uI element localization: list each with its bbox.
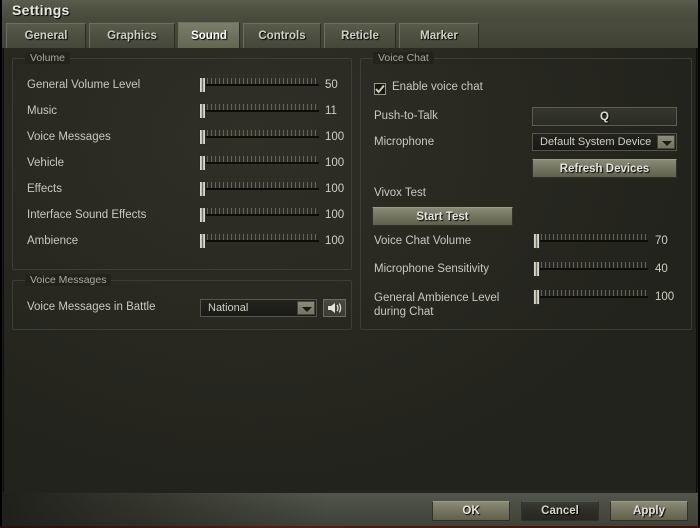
- slider-handle[interactable]: [533, 289, 540, 305]
- slider-track: [533, 268, 648, 270]
- voicechat-1-label: Microphone Sensitivity: [374, 263, 490, 275]
- enable-voice-chat-label: Enable voice chat: [392, 81, 483, 93]
- volume-5-slider[interactable]: [199, 206, 319, 224]
- volume-6-label: Ambience: [27, 235, 79, 247]
- microphone-dropdown-value: Default System Device: [540, 136, 652, 148]
- voicechat-0-label: Voice Chat Volume: [374, 235, 472, 247]
- voice-messages-group: Voice Messages Voice Messages in Battle …: [12, 274, 352, 330]
- slider-handle[interactable]: [199, 103, 206, 119]
- slider-track: [199, 136, 319, 138]
- slider-track: [533, 296, 648, 298]
- slider-track: [199, 188, 319, 190]
- chevron-down-icon[interactable]: [657, 135, 675, 149]
- volume-2-value: 100: [325, 131, 345, 143]
- title-bar: Settings: [0, 0, 700, 23]
- tab-controls[interactable]: Controls: [243, 23, 321, 48]
- tab-marker[interactable]: Marker: [399, 23, 479, 48]
- slider-track: [199, 214, 319, 216]
- volume-3-value: 100: [325, 157, 345, 169]
- apply-button[interactable]: Apply: [610, 501, 688, 521]
- slider-handle[interactable]: [199, 181, 206, 197]
- volume-0-value: 50: [325, 79, 338, 91]
- volume-1-label: Music: [27, 105, 58, 117]
- tab-graphics[interactable]: Graphics: [89, 23, 175, 48]
- slider-handle[interactable]: [533, 233, 540, 249]
- slider-track: [199, 110, 319, 112]
- volume-group-legend: Volume: [25, 52, 71, 64]
- tab-label: Controls: [258, 30, 306, 42]
- check-icon: [375, 84, 385, 94]
- voice-messages-preview-button[interactable]: [323, 299, 346, 317]
- tab-label: Marker: [420, 30, 458, 42]
- volume-5-label: Interface Sound Effects: [27, 209, 147, 221]
- volume-6-value: 100: [325, 235, 345, 247]
- voicechat-0-value: 70: [655, 235, 668, 247]
- slider-track: [199, 240, 319, 242]
- chevron-down-icon[interactable]: [297, 301, 315, 315]
- voice-messages-dropdown[interactable]: National: [200, 299, 317, 317]
- slider-handle[interactable]: [199, 129, 206, 145]
- microphone-label: Microphone: [374, 136, 435, 148]
- slider-track: [533, 240, 648, 242]
- volume-4-slider[interactable]: [199, 180, 319, 198]
- volume-0-slider[interactable]: [199, 76, 319, 94]
- tab-general[interactable]: General: [6, 23, 86, 48]
- voicechat-1-value: 40: [655, 263, 668, 275]
- start-test-button[interactable]: Start Test: [372, 207, 513, 226]
- push-to-talk-label: Push-to-Talk: [374, 110, 438, 122]
- voicechat-2-label: General Ambience Level during Chat: [374, 292, 500, 318]
- tab-strip: General Graphics Sound Controls Reticle Marke…: [0, 22, 700, 49]
- vivox-test-label: Vivox Test: [374, 187, 426, 199]
- volume-2-slider[interactable]: [199, 128, 319, 146]
- volume-6-slider[interactable]: [199, 232, 319, 250]
- voicechat-2-slider[interactable]: [533, 288, 648, 306]
- footer-gradient: [0, 493, 330, 527]
- volume-2-label: Voice Messages: [27, 131, 111, 143]
- tab-sound[interactable]: Sound: [178, 22, 240, 48]
- footer-bar: OK Cancel Apply: [0, 492, 700, 528]
- slider-track: [199, 162, 319, 164]
- tab-label: Sound: [191, 29, 227, 42]
- volume-1-value: 11: [325, 105, 337, 117]
- volume-0-label: General Volume Level: [27, 79, 141, 91]
- voice-messages-group-legend: Voice Messages: [25, 274, 112, 286]
- speaker-icon: [328, 303, 342, 313]
- slider-handle[interactable]: [199, 233, 206, 249]
- tab-label: Graphics: [107, 30, 157, 42]
- volume-3-label: Vehicle: [27, 157, 65, 169]
- slider-handle[interactable]: [199, 155, 206, 171]
- voice-chat-group-legend: Voice Chat: [373, 52, 434, 64]
- volume-4-label: Effects: [27, 183, 62, 195]
- volume-1-slider[interactable]: [199, 102, 319, 120]
- slider-handle[interactable]: [199, 207, 206, 223]
- microphone-dropdown[interactable]: Default System Device: [532, 133, 677, 151]
- slider-track: [199, 84, 319, 86]
- volume-5-value: 100: [325, 209, 345, 221]
- slider-handle[interactable]: [533, 261, 540, 277]
- refresh-devices-button[interactable]: Refresh Devices: [532, 159, 677, 178]
- voicechat-2-value: 100: [655, 291, 675, 303]
- volume-4-value: 100: [325, 183, 345, 195]
- tab-reticle[interactable]: Reticle: [324, 23, 396, 48]
- tab-label: Reticle: [341, 30, 379, 42]
- settings-content: Volume General Volume Level 50 Music 11 Voic…: [3, 48, 697, 493]
- enable-voice-chat-checkbox[interactable]: [374, 83, 386, 95]
- ok-button[interactable]: OK: [432, 501, 510, 521]
- voice-messages-dropdown-value: National: [208, 302, 249, 314]
- settings-window: Settings General Graphics Sound Controls Ret…: [0, 0, 700, 528]
- voicechat-1-slider[interactable]: [533, 260, 648, 278]
- volume-3-slider[interactable]: [199, 154, 319, 172]
- slider-handle[interactable]: [199, 77, 206, 93]
- tab-label: General: [24, 30, 68, 42]
- voicechat-0-slider[interactable]: [533, 232, 648, 250]
- volume-group: Volume General Volume Level 50 Music 11 Voic…: [12, 52, 352, 270]
- page-title: Settings: [12, 2, 70, 18]
- voice-chat-group: Voice Chat Enable voice chat Push-to-Tal…: [360, 52, 692, 330]
- voice-messages-in-battle-label: Voice Messages in Battle: [27, 301, 156, 313]
- push-to-talk-key-button[interactable]: Q: [532, 107, 677, 126]
- cancel-button[interactable]: Cancel: [521, 501, 599, 521]
